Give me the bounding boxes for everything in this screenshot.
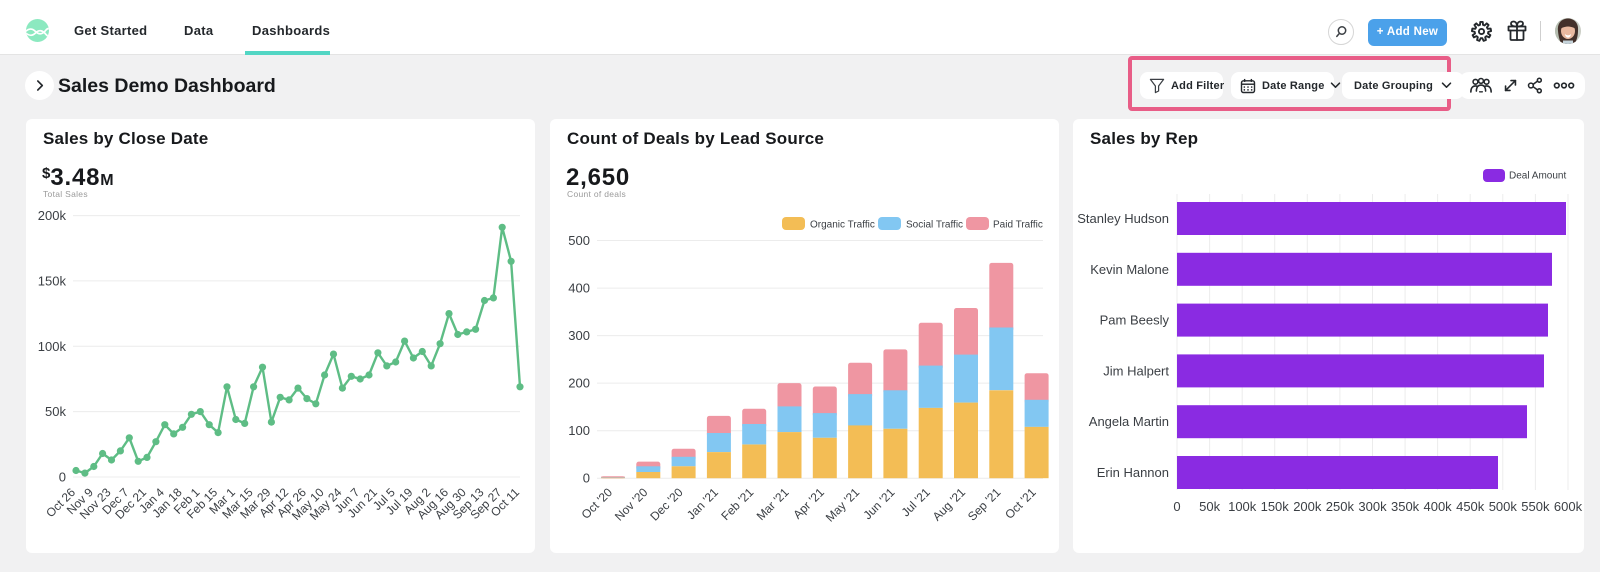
svg-text:150k: 150k [1261,499,1290,514]
svg-text:Jun '21: Jun '21 [861,485,898,522]
svg-text:100k: 100k [38,339,67,354]
svg-text:200: 200 [568,376,590,391]
svg-text:50k: 50k [45,404,66,419]
svg-text:300k: 300k [1358,499,1387,514]
svg-text:200k: 200k [1293,499,1322,514]
svg-text:200k: 200k [38,208,67,223]
svg-text:Mar '21: Mar '21 [754,485,792,523]
svg-text:Aug '21: Aug '21 [930,485,969,524]
svg-text:400k: 400k [1423,499,1452,514]
svg-text:Sep '21: Sep '21 [965,485,1004,524]
svg-text:Feb '21: Feb '21 [718,485,756,523]
svg-text:Erin Hannon: Erin Hannon [1097,465,1169,480]
svg-text:600k: 600k [1554,499,1583,514]
svg-text:350k: 350k [1391,499,1420,514]
svg-text:Social Traffic: Social Traffic [906,220,963,231]
svg-text:Deal Amount: Deal Amount [1509,171,1566,182]
svg-text:150k: 150k [38,273,67,288]
svg-text:Organic Traffic: Organic Traffic [810,220,875,231]
svg-text:500: 500 [568,233,590,248]
svg-text:550k: 550k [1521,499,1550,514]
svg-text:0: 0 [59,470,66,485]
svg-text:Kevin Malone: Kevin Malone [1090,262,1169,277]
svg-text:Jim Halpert: Jim Halpert [1103,363,1169,378]
svg-text:Pam Beesly: Pam Beesly [1100,313,1170,328]
svg-text:300: 300 [568,328,590,343]
svg-text:450k: 450k [1456,499,1485,514]
svg-text:0: 0 [1173,499,1180,514]
svg-text:May '21: May '21 [823,485,863,525]
svg-text:Apr '21: Apr '21 [790,485,827,522]
svg-text:Stanley Hudson: Stanley Hudson [1077,211,1169,226]
svg-text:500k: 500k [1489,499,1518,514]
svg-text:0: 0 [583,471,590,486]
svg-text:100: 100 [568,423,590,438]
svg-text:Oct '20: Oct '20 [579,485,616,522]
svg-text:Paid Traffic: Paid Traffic [993,220,1043,231]
svg-text:Nov '20: Nov '20 [612,485,651,524]
svg-text:250k: 250k [1326,499,1355,514]
svg-text:50k: 50k [1199,499,1220,514]
svg-text:Dec '20: Dec '20 [647,485,686,524]
svg-text:400: 400 [568,281,590,296]
svg-text:Angela Martin: Angela Martin [1089,414,1169,429]
svg-text:Oct '21: Oct '21 [1002,485,1039,522]
svg-text:Jan '21: Jan '21 [684,485,721,522]
svg-text:100k: 100k [1228,499,1257,514]
svg-text:Jul '21: Jul '21 [899,485,933,519]
